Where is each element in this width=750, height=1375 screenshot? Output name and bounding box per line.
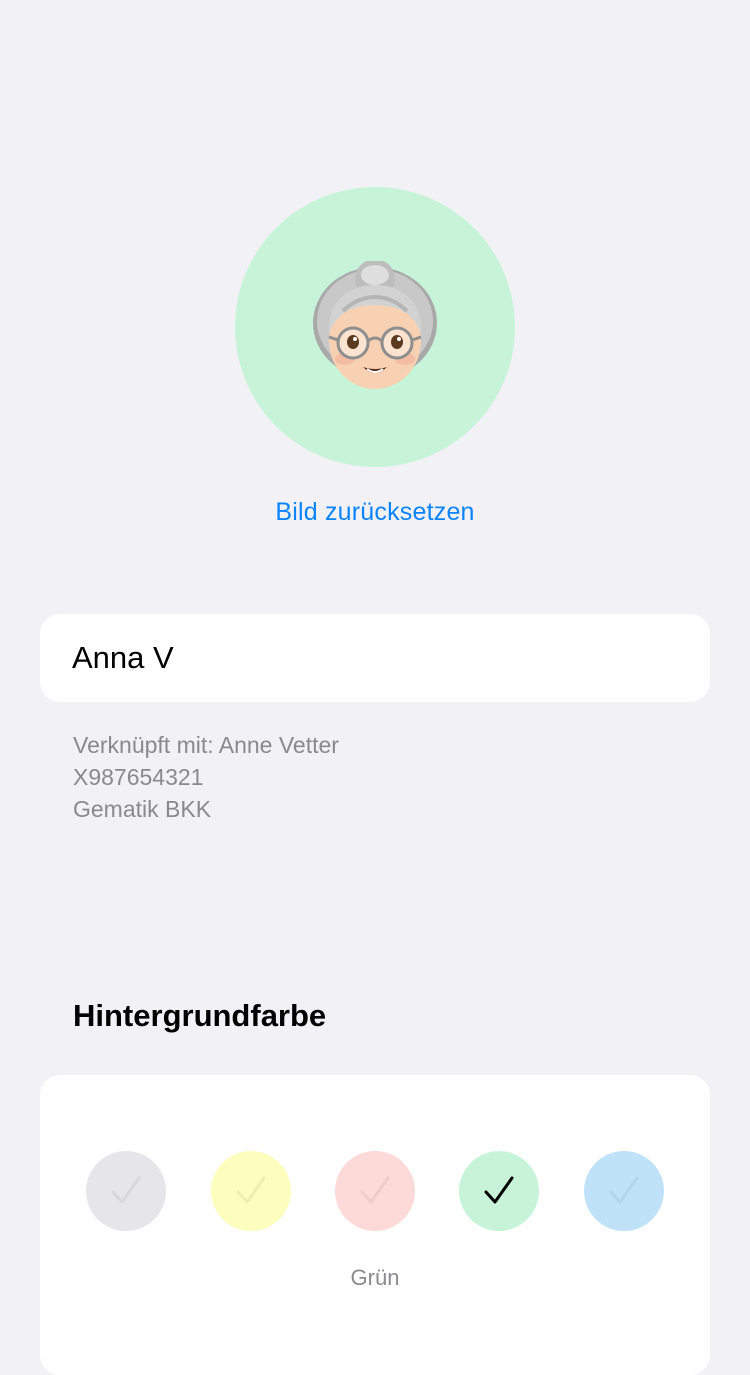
old-woman-emoji-icon <box>313 261 437 389</box>
insurance-name-text: Gematik BKK <box>73 796 212 822</box>
insurance-number-text: X987654321 <box>73 764 204 790</box>
color-picker-card: Grün <box>40 1075 710 1375</box>
green-swatch[interactable] <box>459 1151 539 1231</box>
grey-swatch[interactable] <box>86 1151 166 1231</box>
name-field-card <box>40 614 710 702</box>
avatar[interactable] <box>235 187 515 467</box>
linked-to-text: Verknüpft mit: Anne Vetter <box>73 732 339 758</box>
checkmark-icon <box>111 1176 141 1204</box>
blue-swatch[interactable] <box>584 1151 664 1231</box>
checkmark-icon <box>484 1176 514 1204</box>
checkmark-icon <box>609 1176 639 1204</box>
name-input[interactable] <box>72 614 672 702</box>
checkmark-icon <box>236 1176 266 1204</box>
section-title-background-color: Hintergrundfarbe <box>73 998 327 1033</box>
selected-color-label: Grün <box>350 1265 400 1290</box>
reset-image-button[interactable]: Bild zurücksetzen <box>0 498 750 527</box>
yellow-swatch[interactable] <box>211 1151 291 1231</box>
red-swatch[interactable] <box>335 1151 415 1231</box>
checkmark-icon <box>360 1176 390 1204</box>
linked-info: Verknüpft mit: Anne Vetter X987654321 Ge… <box>73 729 339 825</box>
